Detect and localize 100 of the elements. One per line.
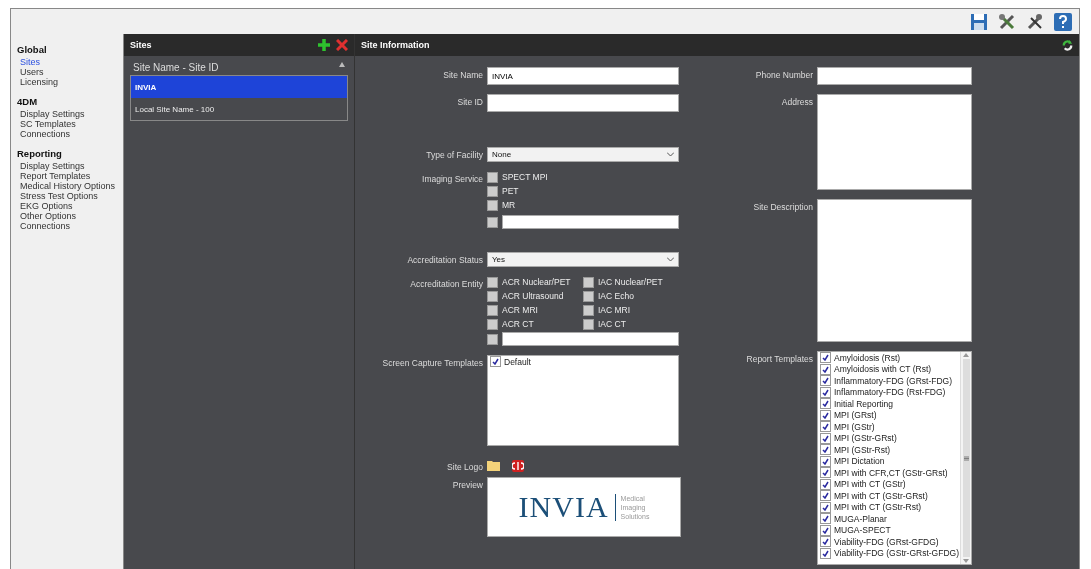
list-item[interactable]: MPI (GRst)	[834, 410, 877, 421]
checkbox[interactable]	[820, 444, 831, 456]
tools-icon[interactable]	[997, 11, 1017, 32]
checkbox-label: ACR Nuclear/PET	[502, 277, 571, 287]
checkbox[interactable]	[583, 290, 594, 302]
list-item[interactable]: MUGA-SPECT	[834, 525, 891, 536]
facility-dropdown[interactable]: None	[487, 147, 679, 162]
checkbox[interactable]	[487, 185, 498, 197]
checkbox[interactable]	[820, 455, 831, 467]
checkbox[interactable]	[820, 547, 831, 559]
report-templates-list[interactable]	[817, 351, 972, 565]
checkbox-label: IAC CT	[598, 319, 626, 329]
checkbox[interactable]	[487, 290, 498, 302]
checkbox-label: SPECT MPI	[502, 172, 548, 182]
checkbox-label: ACR MRI	[502, 305, 538, 315]
list-item[interactable]: MPI Dictation	[834, 456, 885, 467]
scroll-down-icon[interactable]	[963, 559, 969, 564]
list-item[interactable]: MPI with CT (GStr-GRst)	[834, 490, 928, 501]
sidebar-item[interactable]: Sites	[17, 57, 123, 67]
unlink-icon[interactable]	[512, 459, 524, 472]
sidebar-item[interactable]: Report Templates	[17, 171, 123, 181]
checkbox[interactable]	[820, 398, 831, 410]
grip-icon[interactable]	[963, 455, 969, 461]
list-item[interactable]: MUGA-Planar	[834, 513, 887, 524]
list-item[interactable]: Viability-FDG (GStr-GRst-GFDG)	[834, 548, 959, 559]
checkbox[interactable]	[820, 421, 831, 433]
sidebar-item[interactable]: EKG Options	[17, 201, 123, 211]
checkbox[interactable]	[583, 318, 594, 330]
sidebar-item[interactable]: Other Options	[17, 211, 123, 221]
other-entity-field[interactable]	[502, 332, 679, 346]
sidebar-item[interactable]: Medical History Options	[17, 181, 123, 191]
list-item[interactable]: Amyloidosis (Rst)	[834, 352, 901, 363]
sidebar-item[interactable]: Licensing	[17, 77, 123, 87]
list-item[interactable]: MPI with CT (GStr-Rst)	[834, 502, 922, 513]
field-label: Type of Facility	[425, 149, 483, 162]
checkbox[interactable]	[583, 304, 594, 316]
field-label: Report Templates	[745, 353, 813, 366]
checkbox[interactable]	[490, 356, 501, 368]
address-field[interactable]	[817, 94, 972, 190]
checkbox[interactable]	[820, 524, 831, 536]
checkbox[interactable]	[820, 501, 831, 513]
list-item[interactable]: MPI (GStr-Rst)	[834, 444, 891, 455]
sidebar-item[interactable]: Display Settings	[17, 109, 123, 119]
templates-list[interactable]: Default	[487, 355, 679, 446]
site-row[interactable]: INVIA	[131, 76, 347, 98]
list-item[interactable]: Default	[504, 356, 531, 367]
checkbox[interactable]	[820, 536, 831, 548]
site-name-field[interactable]: INVIA	[487, 67, 679, 85]
checkbox[interactable]	[487, 333, 498, 345]
list-item[interactable]: MPI with CT (GStr)	[834, 479, 906, 490]
help-icon[interactable]	[1053, 11, 1073, 32]
sidebar-item[interactable]: Connections	[17, 129, 123, 139]
field-label: Accreditation Entity	[409, 278, 483, 291]
folder-icon[interactable]	[487, 460, 500, 471]
checkbox[interactable]	[487, 276, 498, 288]
checkbox[interactable]	[487, 171, 498, 183]
checkbox[interactable]	[820, 490, 831, 502]
list-item[interactable]: Initial Reporting	[834, 398, 894, 409]
save-icon[interactable]	[969, 11, 989, 32]
refresh-icon[interactable]	[1062, 39, 1073, 51]
accreditation-dropdown[interactable]: Yes	[487, 252, 679, 267]
checkbox[interactable]	[820, 432, 831, 444]
checkbox[interactable]	[487, 304, 498, 316]
list-item[interactable]: MPI (GStr)	[834, 421, 875, 432]
checkbox[interactable]	[820, 352, 831, 364]
other-service-field[interactable]	[502, 215, 679, 229]
list-item[interactable]: Viability-FDG (GRst-GFDG)	[834, 536, 939, 547]
list-item[interactable]: Amyloidosis with CT (Rst)	[834, 364, 932, 375]
checkbox[interactable]	[487, 216, 498, 228]
sidebar-item[interactable]: Connections	[17, 221, 123, 231]
checkbox[interactable]	[820, 478, 831, 490]
tools-icon[interactable]	[1025, 11, 1045, 32]
sort-icon[interactable]	[339, 62, 345, 67]
add-icon[interactable]	[318, 39, 330, 51]
list-item[interactable]: MPI with CFR,CT (GStr-GRst)	[834, 467, 948, 478]
checkbox[interactable]	[583, 276, 594, 288]
scrollbar[interactable]	[960, 352, 971, 564]
scroll-up-icon[interactable]	[963, 352, 969, 357]
sidebar-item[interactable]: Users	[17, 67, 123, 77]
checkbox[interactable]	[820, 513, 831, 525]
description-field[interactable]	[817, 199, 972, 342]
list-item[interactable]: Inflammatory-FDG (GRst-FDG)	[834, 375, 953, 386]
checkbox[interactable]	[820, 363, 831, 375]
column-header[interactable]: Site Name - Site ID	[133, 62, 219, 73]
checkbox[interactable]	[487, 199, 498, 211]
checkbox[interactable]	[820, 409, 831, 421]
phone-field[interactable]	[817, 67, 972, 85]
site-row[interactable]: Local Site Name - 100	[131, 98, 347, 120]
checkbox-label: IAC MRI	[598, 305, 631, 315]
delete-icon[interactable]	[336, 39, 348, 51]
checkbox[interactable]	[487, 318, 498, 330]
sidebar-item[interactable]: Display Settings	[17, 161, 123, 171]
list-item[interactable]: Inflammatory-FDG (Rst-FDG)	[834, 387, 946, 398]
site-id-field[interactable]	[487, 94, 679, 112]
checkbox[interactable]	[820, 386, 831, 398]
sidebar-item[interactable]: Stress Test Options	[17, 191, 123, 201]
checkbox[interactable]	[820, 467, 831, 479]
checkbox[interactable]	[820, 375, 831, 387]
sidebar-item[interactable]: SC Templates	[17, 119, 123, 129]
list-item[interactable]: MPI (GStr-GRst)	[834, 433, 897, 444]
